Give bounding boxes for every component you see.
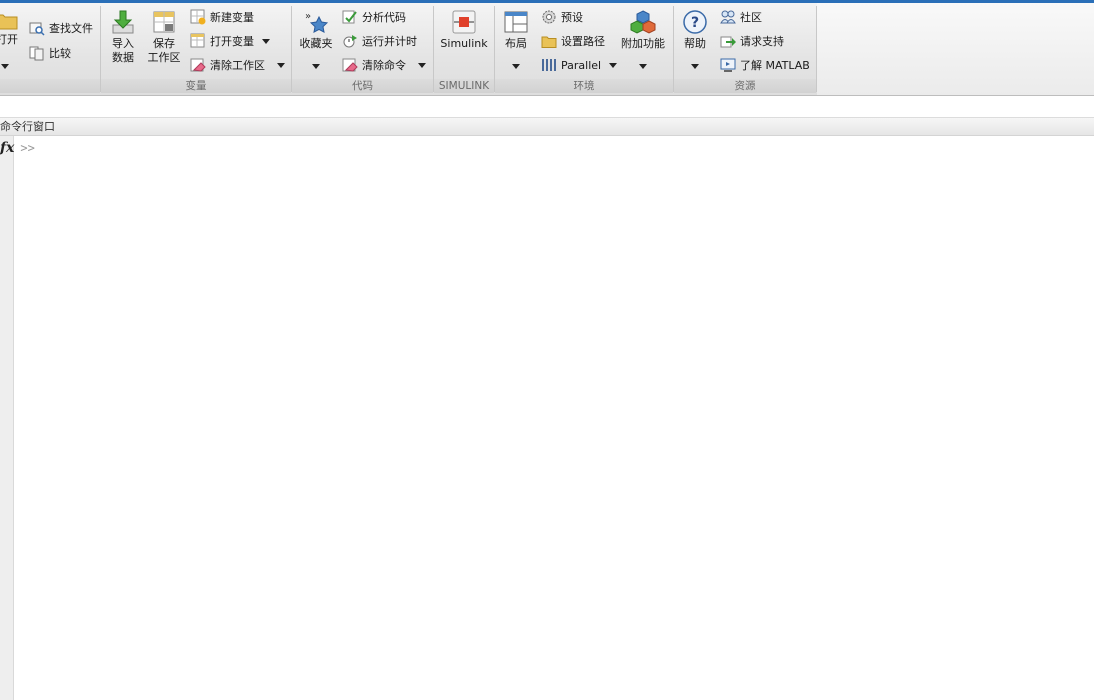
run-and-time-button[interactable]: 运行并计时 xyxy=(342,32,417,50)
save-workspace-label-2: 工作区 xyxy=(147,51,181,64)
command-window-title: 命令行窗口 xyxy=(0,120,55,133)
code-group-label: 代码 xyxy=(292,79,433,93)
layout-label: 布局 xyxy=(505,37,527,50)
import-data-button[interactable]: 导入 数据 xyxy=(106,9,140,65)
current-folder-bar[interactable] xyxy=(0,96,1094,119)
open-button[interactable]: 打开 xyxy=(0,9,20,47)
open-dropdown-arrow[interactable] xyxy=(1,64,9,69)
community-button[interactable]: 社区 xyxy=(720,8,762,26)
clear-workspace-dropdown-arrow[interactable] xyxy=(277,62,285,68)
request-support-button[interactable]: 请求支持 xyxy=(720,32,784,50)
command-prompt-line[interactable]: fx >> xyxy=(0,139,35,157)
layout-icon xyxy=(504,11,528,33)
folder-icon xyxy=(541,36,557,48)
new-variable-label: 新建变量 xyxy=(210,11,254,24)
community-icon xyxy=(720,10,736,24)
simulink-group-label: SIMULINK xyxy=(434,79,494,93)
analyze-code-button[interactable]: 分析代码 xyxy=(342,8,406,26)
favorites-button[interactable]: » 收藏夹 xyxy=(296,9,336,51)
save-workspace-icon xyxy=(153,11,175,33)
simulink-label: Simulink xyxy=(440,37,488,50)
analyze-code-icon xyxy=(342,10,357,24)
import-data-label-1: 导入 xyxy=(112,37,134,50)
learn-matlab-icon xyxy=(720,58,736,72)
ribbon-separator xyxy=(816,6,817,92)
favorites-star-icon: » xyxy=(305,11,329,34)
analyze-code-label: 分析代码 xyxy=(362,11,406,24)
addons-cubes-icon xyxy=(630,10,656,34)
help-icon: ? xyxy=(683,10,707,34)
addons-dropdown-arrow[interactable] xyxy=(639,64,647,69)
save-workspace-label-1: 保存 xyxy=(153,37,175,50)
gear-icon xyxy=(542,10,556,24)
command-window-gutter xyxy=(0,136,14,700)
open-label: 打开 xyxy=(0,33,18,46)
layout-button[interactable]: 布局 xyxy=(500,9,532,51)
new-variable-icon xyxy=(190,9,206,25)
compare-icon xyxy=(29,46,44,61)
ribbon-empty-area xyxy=(817,3,1094,95)
layout-dropdown-arrow[interactable] xyxy=(512,64,520,69)
preferences-button[interactable]: 预设 xyxy=(541,8,583,26)
learn-matlab-label: 了解 MATLAB xyxy=(740,59,810,72)
run-and-time-icon xyxy=(343,35,357,48)
simulink-button[interactable]: Simulink xyxy=(439,9,489,51)
open-variable-button[interactable]: 打开变量 xyxy=(190,32,270,50)
request-support-label: 请求支持 xyxy=(740,35,784,48)
clear-workspace-button[interactable]: 清除工作区 xyxy=(190,56,285,74)
open-variable-label: 打开变量 xyxy=(210,35,254,48)
help-button[interactable]: ? 帮助 xyxy=(680,9,710,51)
find-files-label: 查找文件 xyxy=(49,22,93,35)
favorites-dropdown-arrow[interactable] xyxy=(312,64,320,69)
import-data-label-2: 数据 xyxy=(112,51,134,64)
parallel-label: Parallel xyxy=(561,58,602,72)
eraser-icon xyxy=(342,58,358,72)
variable-group-label: 变量 xyxy=(101,79,291,93)
clear-commands-button[interactable]: 清除命令 xyxy=(342,56,426,74)
run-and-time-label: 运行并计时 xyxy=(362,35,417,48)
simulink-icon xyxy=(452,10,476,34)
command-window-title-bar[interactable]: 命令行窗口 xyxy=(0,118,1094,136)
parallel-dropdown-arrow[interactable] xyxy=(609,62,618,68)
import-data-icon xyxy=(112,10,134,34)
svg-text:?: ? xyxy=(691,15,699,31)
command-prompt: >> xyxy=(20,141,35,155)
compare-label: 比较 xyxy=(49,47,71,60)
open-variable-dropdown-arrow[interactable] xyxy=(262,38,270,44)
open-variable-icon xyxy=(190,33,205,48)
clear-workspace-label: 清除工作区 xyxy=(210,59,265,72)
preferences-label: 预设 xyxy=(561,11,583,24)
parallel-button[interactable]: Parallel xyxy=(541,56,618,74)
function-browser-fx-icon[interactable]: fx xyxy=(0,140,14,156)
addons-label: 附加功能 xyxy=(621,37,665,50)
svg-text:»: » xyxy=(305,11,311,22)
save-workspace-button[interactable]: 保存 工作区 xyxy=(146,9,182,65)
folder-icon xyxy=(0,14,18,30)
clear-commands-label: 清除命令 xyxy=(362,59,406,72)
environment-group-label: 环境 xyxy=(495,79,673,93)
set-path-label: 设置路径 xyxy=(561,35,605,48)
request-support-icon xyxy=(720,36,736,48)
set-path-button[interactable]: 设置路径 xyxy=(541,32,605,50)
learn-matlab-button[interactable]: 了解 MATLAB xyxy=(720,56,810,74)
parallel-icon xyxy=(542,59,556,71)
find-files-icon xyxy=(29,22,45,36)
eraser-icon xyxy=(190,58,206,72)
community-label: 社区 xyxy=(740,11,762,24)
favorites-label: 收藏夹 xyxy=(299,37,333,50)
resources-group-label: 资源 xyxy=(674,79,816,93)
compare-button[interactable]: 比较 xyxy=(29,44,71,62)
addons-button[interactable]: 附加功能 xyxy=(620,9,666,51)
new-variable-button[interactable]: 新建变量 xyxy=(190,8,254,26)
clear-commands-dropdown-arrow[interactable] xyxy=(418,62,426,68)
help-label: 帮助 xyxy=(684,37,706,50)
help-dropdown-arrow[interactable] xyxy=(691,64,699,69)
find-files-button[interactable]: 查找文件 xyxy=(29,19,93,37)
file-group-label-strip xyxy=(0,79,100,93)
